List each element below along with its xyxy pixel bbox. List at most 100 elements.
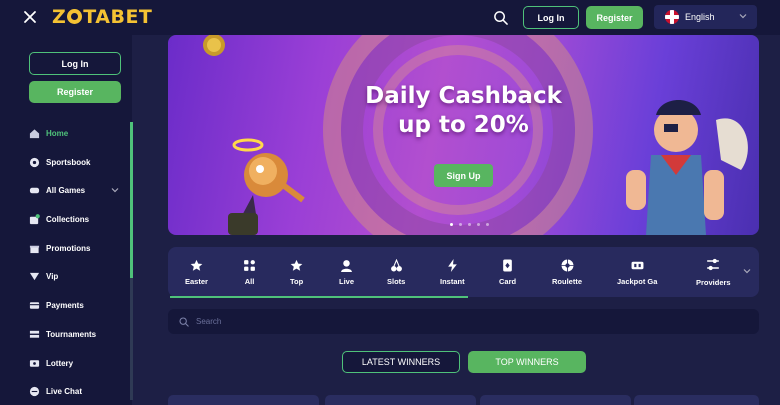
chevron-down-icon[interactable]: [743, 267, 751, 275]
category-label: All: [244, 277, 255, 286]
game-search: [168, 309, 759, 334]
signup-button[interactable]: Sign Up: [434, 164, 493, 187]
sidebar-item-label: Collections: [46, 214, 90, 224]
sidebar-item-label: Home: [46, 128, 69, 138]
sidebar-item-vip[interactable]: Vip: [29, 267, 58, 285]
winner-card[interactable]: [634, 395, 759, 405]
sidebar-item-tournaments[interactable]: Tournaments: [29, 325, 96, 343]
sliders-icon: [707, 258, 720, 271]
close-icon[interactable]: [22, 9, 38, 25]
star-icon: [290, 259, 303, 271]
language-label: English: [685, 12, 715, 22]
jackpot-icon: [631, 261, 644, 270]
sidebar-item-label: Payments: [46, 300, 84, 310]
sidebar-item-label: Tournaments: [46, 329, 97, 339]
banner-title-line1: Daily Cashback: [365, 83, 562, 109]
category-card[interactable]: Card: [499, 259, 516, 286]
star-icon: [190, 259, 203, 271]
wallet-icon: [29, 301, 40, 309]
promo-banner[interactable]: Daily Cashback up to 20% Sign Up: [168, 35, 759, 235]
chevron-down-icon[interactable]: [111, 186, 119, 194]
carousel-dot[interactable]: [459, 223, 462, 226]
brand-logo[interactable]: Z TABET: [52, 6, 152, 28]
sidebar-item-collections[interactable]: Collections: [29, 210, 89, 228]
category-instant[interactable]: Instant: [440, 259, 465, 286]
category-live[interactable]: Live: [339, 259, 354, 286]
winner-card[interactable]: [168, 395, 319, 405]
header-login-button[interactable]: Log In: [523, 6, 579, 29]
sidebar-item-lottery[interactable]: Lottery: [29, 354, 73, 372]
tab-top-winners[interactable]: TOP WINNERS: [468, 351, 586, 373]
category-easter[interactable]: Easter: [185, 259, 208, 286]
category-all[interactable]: All: [243, 259, 256, 286]
search-icon[interactable]: [493, 10, 508, 25]
soccer-ball-icon: [29, 157, 40, 167]
tab-latest-winners[interactable]: LATEST WINNERS: [342, 351, 460, 373]
sidebar-item-live-chat[interactable]: Live Chat: [29, 382, 82, 400]
carousel-dot[interactable]: [486, 223, 489, 226]
search-icon: [179, 316, 189, 327]
category-slots[interactable]: Slots: [387, 259, 405, 286]
logo-text: TABET: [83, 6, 153, 28]
category-bar: Easter All Top Live Slots Instant Card R…: [168, 247, 759, 297]
carousel-dot[interactable]: [477, 223, 480, 226]
uk-flag-icon: [665, 10, 679, 24]
logo-letter-z: Z: [52, 6, 67, 28]
sidebar-scrollbar[interactable]: [130, 122, 133, 400]
trophy-icon: [29, 330, 40, 338]
vip-icon: [29, 272, 40, 280]
ticket-icon: [29, 359, 40, 367]
category-roulette[interactable]: Roulette: [552, 259, 582, 286]
language-select[interactable]: English: [654, 5, 757, 29]
sidebar-item-home[interactable]: Home: [29, 124, 68, 142]
banner-title-line2: up to 20%: [398, 112, 529, 138]
category-label: Providers: [696, 278, 731, 287]
carousel-dot[interactable]: [450, 223, 453, 226]
sidebar-item-payments[interactable]: Payments: [29, 296, 84, 314]
logo-coin-icon: [67, 9, 83, 24]
sidebar-item-label: Live Chat: [46, 386, 83, 396]
category-label: Jackpot Ga: [617, 277, 658, 286]
winner-card[interactable]: [480, 395, 631, 405]
sidebar-login-button[interactable]: Log In: [29, 52, 121, 75]
winners-cards: [168, 395, 759, 405]
lightning-icon: [447, 259, 457, 272]
category-providers[interactable]: Providers: [696, 257, 731, 287]
sidebar-item-label: Lottery: [46, 358, 74, 368]
category-label: Top: [290, 277, 304, 286]
grid-icon: [244, 260, 255, 271]
sidebar-item-promotions[interactable]: Promotions: [29, 239, 90, 257]
category-scroll-indicator[interactable]: [170, 296, 468, 298]
game-controller-icon: [29, 187, 40, 193]
home-icon: [29, 128, 40, 138]
gift-icon: [29, 245, 40, 253]
category-top[interactable]: Top: [290, 259, 303, 286]
sidebar-item-label: Vip: [46, 271, 59, 281]
sidebar-item-all-games[interactable]: All Games: [29, 181, 121, 199]
category-label: Live: [339, 277, 355, 286]
category-label: Roulette: [552, 277, 582, 286]
winner-card[interactable]: [325, 395, 476, 405]
cherry-icon: [390, 259, 402, 272]
sidebar-item-label: All Games: [46, 185, 86, 195]
chat-icon: [29, 386, 40, 396]
category-label: Slots: [387, 277, 406, 286]
sidebar-register-button[interactable]: Register: [29, 81, 121, 103]
category-label: Instant: [440, 277, 465, 286]
carousel-dot[interactable]: [468, 223, 471, 226]
roulette-icon: [561, 259, 573, 272]
top-bar: Z TABET Log In Register English: [0, 0, 780, 35]
category-label: Card: [499, 277, 517, 286]
coin-illustration: [203, 35, 225, 56]
header-register-button[interactable]: Register: [586, 6, 643, 29]
chevron-down-icon: [739, 14, 747, 19]
category-jackpot[interactable]: Jackpot Ga: [617, 259, 657, 286]
carousel-dots: [450, 223, 489, 226]
category-label: Easter: [185, 277, 208, 286]
sidebar-item-sportsbook[interactable]: Sportsbook: [29, 153, 90, 171]
sidebar-item-label: Promotions: [46, 243, 91, 253]
search-input[interactable]: [196, 317, 696, 326]
sidebar-item-label: Sportsbook: [46, 157, 91, 167]
collection-icon: [29, 213, 40, 224]
card-icon: [503, 259, 512, 272]
